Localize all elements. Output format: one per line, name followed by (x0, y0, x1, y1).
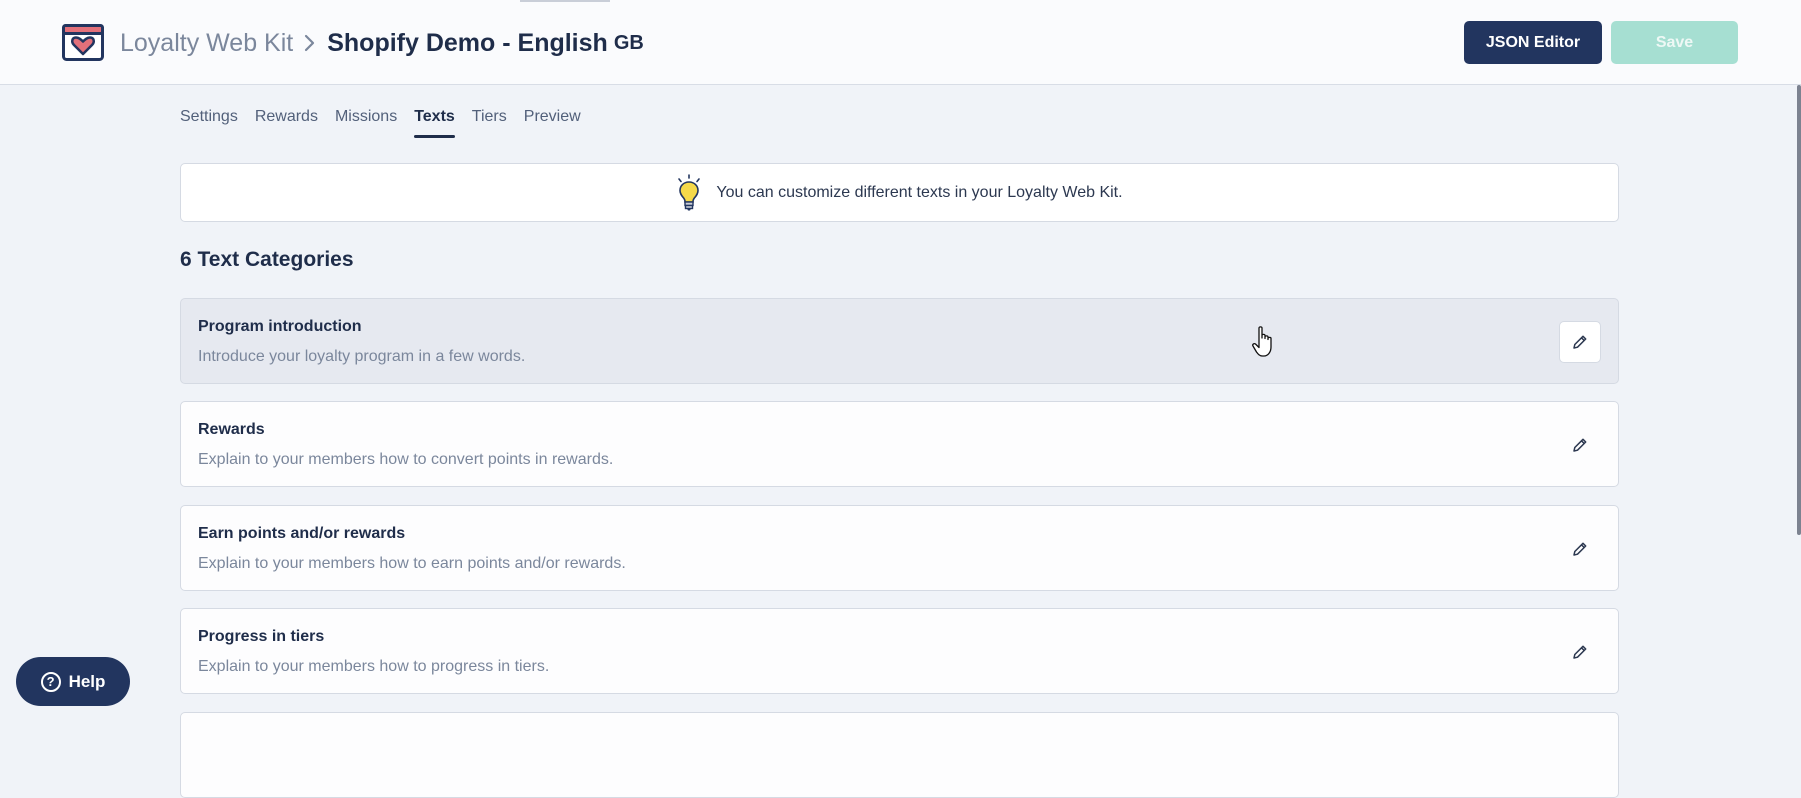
pencil-icon (1573, 645, 1587, 659)
question-circle-icon: ? (40, 671, 61, 692)
category-title: Earn points and/or rewards (198, 525, 406, 542)
breadcrumb: Loyalty Web Kit Shopify Demo - English G… (120, 26, 644, 60)
json-editor-button[interactable]: JSON Editor (1464, 21, 1602, 64)
help-button[interactable]: ? Help (16, 657, 130, 706)
pencil-icon (1573, 438, 1587, 452)
edit-button[interactable] (1559, 631, 1601, 673)
top-bar: Loyalty Web Kit Shopify Demo - English G… (0, 0, 1801, 85)
category-title: Rewards (198, 421, 265, 438)
category-title: Program introduction (198, 318, 362, 335)
edit-button[interactable] (1559, 424, 1601, 466)
locale-badge: GB (613, 31, 644, 54)
category-description: Explain to your members how to earn poin… (198, 555, 626, 572)
lightbulb-icon (678, 173, 701, 210)
info-banner: You can customize different texts in you… (180, 163, 1619, 222)
help-label: Help (68, 671, 106, 691)
tab-texts[interactable]: Texts (414, 108, 455, 138)
info-banner-text: You can customize different texts in you… (716, 183, 1123, 201)
top-accent-line (520, 0, 610, 2)
save-button[interactable]: Save (1611, 21, 1738, 64)
scrollbar[interactable] (1797, 85, 1801, 535)
category-card-earn-points[interactable]: Earn points and/or rewards Explain to yo… (180, 505, 1619, 591)
tab-preview[interactable]: Preview (524, 108, 581, 138)
category-description: Introduce your loyalty program in a few … (198, 348, 526, 365)
tab-settings[interactable]: Settings (180, 108, 238, 138)
tab-rewards[interactable]: Rewards (255, 108, 318, 138)
tab-missions[interactable]: Missions (335, 108, 397, 138)
category-card-program-introduction[interactable]: Program introduction Introduce your loya… (180, 298, 1619, 384)
category-card-progress-in-tiers[interactable]: Progress in tiers Explain to your member… (180, 608, 1619, 694)
chevron-right-icon (303, 33, 317, 53)
category-card-rewards[interactable]: Rewards Explain to your members how to c… (180, 401, 1619, 487)
pencil-icon (1573, 542, 1587, 556)
category-card-next[interactable] (180, 712, 1619, 798)
hand-cursor-icon (1252, 326, 1272, 357)
edit-button[interactable] (1559, 321, 1601, 363)
section-title: 6 Text Categories (180, 248, 354, 271)
tab-tiers[interactable]: Tiers (472, 108, 507, 138)
pencil-icon (1573, 335, 1587, 349)
loyalty-kit-logo-icon (62, 24, 104, 61)
category-description: Explain to your members how to progress … (198, 658, 550, 675)
breadcrumb-root-link[interactable]: Loyalty Web Kit (120, 29, 293, 58)
category-title: Progress in tiers (198, 628, 325, 645)
tab-bar: Settings Rewards Missions Texts Tiers Pr… (180, 108, 581, 138)
breadcrumb-current: Shopify Demo - English (327, 28, 608, 57)
category-description: Explain to your members how to convert p… (198, 451, 614, 468)
edit-button[interactable] (1559, 528, 1601, 570)
